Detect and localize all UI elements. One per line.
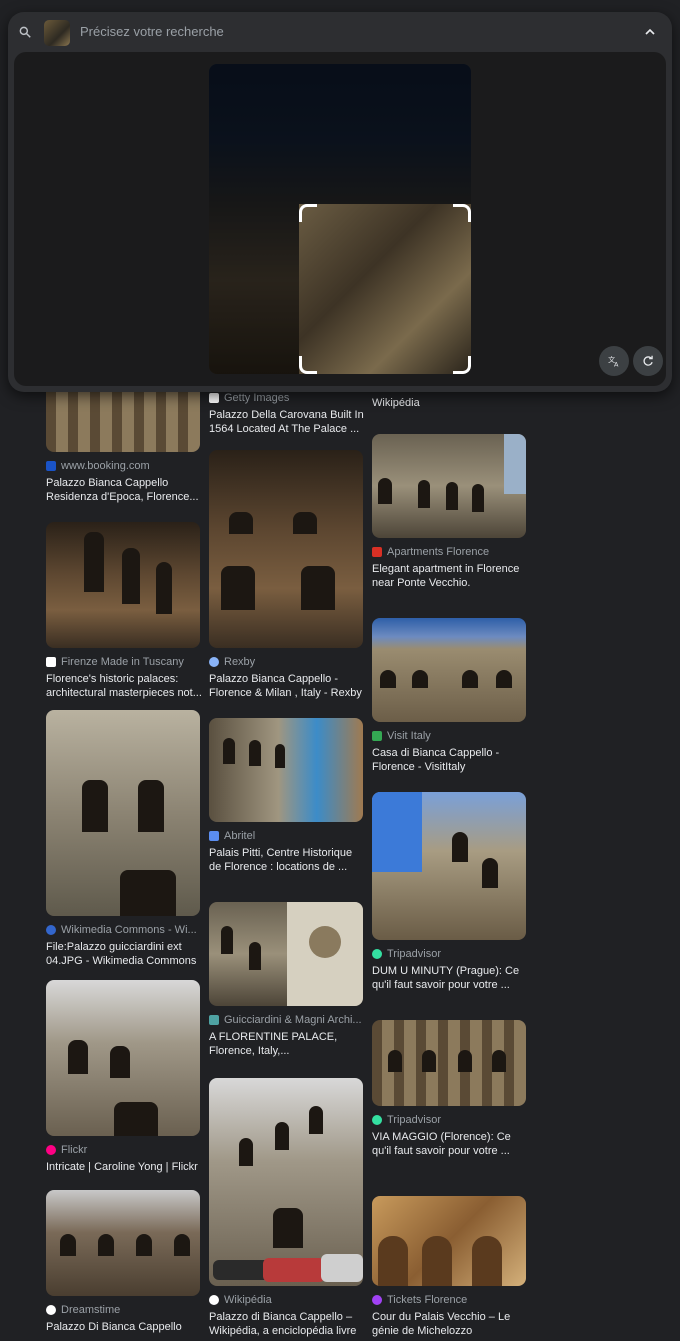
source-favicon-icon (46, 1145, 56, 1155)
crop-handle-bottom-right[interactable] (453, 356, 471, 374)
result-card[interactable]: Apartments Florence Elegant apartment in… (372, 434, 528, 590)
result-title[interactable]: Intricate | Caroline Yong | Flickr (46, 1160, 202, 1188)
svg-text:A: A (614, 360, 619, 368)
source-favicon-icon (209, 1015, 219, 1025)
query-image-thumbnail[interactable] (44, 20, 70, 46)
result-card[interactable]: www.booking.com Palazzo Bianca Cappello … (46, 380, 202, 504)
result-source[interactable]: Tripadvisor (387, 948, 441, 960)
result-source[interactable]: Wikipédia (224, 1294, 272, 1306)
result-title[interactable]: VIA MAGGIO (Florence): Ce qu'il faut sav… (372, 1130, 528, 1158)
result-source[interactable]: Flickr (61, 1144, 87, 1156)
result-title[interactable]: Casa di Bianca Cappello - Florence - Vis… (372, 746, 528, 774)
crop-selection[interactable] (299, 204, 471, 374)
source-favicon-icon (372, 1115, 382, 1125)
result-source[interactable]: Firenze Made in Tuscany (61, 656, 184, 668)
result-image[interactable] (46, 522, 200, 648)
result-title[interactable]: Elegant apartment in Florence near Ponte… (372, 562, 528, 590)
result-title[interactable]: DUM U MINUTY (Prague): Ce qu'il faut sav… (372, 964, 528, 992)
search-bar[interactable]: Précisez votre recherche (8, 12, 672, 52)
result-image[interactable] (372, 1196, 526, 1286)
source-favicon-icon (209, 1295, 219, 1305)
source-favicon-icon (372, 731, 382, 741)
result-title[interactable]: Palazzo Della Carovana Built In 1564 Loc… (209, 408, 365, 436)
result-title[interactable]: Cour du Palais Vecchio – Le génie de Mic… (372, 1310, 528, 1338)
source-favicon-icon (46, 1305, 56, 1315)
rotate-icon (643, 355, 653, 366)
source-favicon-icon (209, 831, 219, 841)
result-title[interactable]: Palais Pitti, Centre Historique de Flore… (209, 846, 365, 874)
result-source[interactable]: Tickets Florence (387, 1294, 467, 1306)
translate-icon: 文A (608, 355, 619, 368)
result-card[interactable]: Wikipédia Palazzo di Bianca Cappello – W… (209, 1078, 365, 1338)
result-card[interactable]: Wikimedia Commons - Wi... File:Palazzo g… (46, 710, 202, 968)
result-source[interactable]: Wikimedia Commons - Wi... (61, 924, 197, 936)
search-input[interactable]: Précisez votre recherche (80, 24, 224, 39)
result-card[interactable]: Firenze Made in Tuscany Florence's histo… (46, 522, 202, 700)
result-source[interactable]: Rexby (224, 656, 255, 668)
result-title[interactable]: Palazzo di Bianca Cappello – Wikipédia, … (209, 1310, 365, 1338)
result-image[interactable] (372, 434, 526, 538)
result-title[interactable]: Palazzo Bianca Cappello - Florence & Mil… (209, 672, 365, 700)
result-image[interactable] (46, 980, 200, 1136)
result-title[interactable]: A FLORENTINE PALACE, Florence, Italy,... (209, 1030, 365, 1058)
source-favicon-icon (209, 657, 219, 667)
result-title[interactable]: Palazzo Di Bianca Cappello (46, 1320, 202, 1341)
crop-handle-top-left[interactable] (299, 204, 317, 222)
result-card[interactable]: Visit Italy Casa di Bianca Cappello - Fl… (372, 618, 528, 774)
source-favicon-icon (372, 949, 382, 959)
rotate-button[interactable] (633, 346, 663, 376)
result-source[interactable]: Getty Images (224, 392, 289, 404)
result-image[interactable] (209, 1078, 363, 1286)
result-card[interactable]: Tripadvisor VIA MAGGIO (Florence): Ce qu… (372, 1020, 528, 1158)
result-image[interactable] (209, 450, 363, 648)
source-favicon-icon (372, 547, 382, 557)
result-source[interactable]: Guicciardini & Magni Archi... (224, 1014, 362, 1026)
result-source[interactable]: Dreamstime (61, 1304, 120, 1316)
source-favicon-icon (46, 925, 56, 935)
source-favicon-icon (46, 657, 56, 667)
result-image[interactable] (209, 902, 363, 1006)
result-title[interactable]: Florence's historic palaces: architectur… (46, 672, 202, 700)
result-image[interactable] (372, 792, 526, 940)
result-card[interactable]: Flickr Intricate | Caroline Yong | Flick… (46, 980, 202, 1188)
result-image[interactable] (209, 718, 363, 822)
visual-search-panel: Précisez votre recherche 文A (8, 12, 672, 392)
result-image[interactable] (372, 1020, 526, 1106)
result-card[interactable]: Dreamstime Palazzo Di Bianca Cappello (46, 1190, 202, 1341)
result-image[interactable] (372, 618, 526, 722)
image-preview-area: 文A (14, 52, 666, 386)
result-title[interactable]: Palazzo Bianca Cappello Residenza d'Epoc… (46, 476, 202, 504)
result-card[interactable]: Rexby Palazzo Bianca Cappello - Florence… (209, 450, 365, 700)
translate-button[interactable]: 文A (599, 346, 629, 376)
result-card[interactable]: Abritel Palais Pitti, Centre Historique … (209, 718, 365, 874)
result-card[interactable]: Tripadvisor DUM U MINUTY (Prague): Ce qu… (372, 792, 528, 992)
result-card[interactable]: Tickets Florence Cour du Palais Vecchio … (372, 1196, 528, 1338)
result-image[interactable] (46, 1190, 200, 1296)
source-favicon-icon (46, 461, 56, 471)
result-source[interactable]: Tripadvisor (387, 1114, 441, 1126)
result-source[interactable]: Apartments Florence (387, 546, 489, 558)
crop-handle-top-right[interactable] (453, 204, 471, 222)
result-image[interactable] (46, 710, 200, 916)
result-source[interactable]: Abritel (224, 830, 255, 842)
query-image (209, 64, 471, 374)
result-source[interactable]: www.booking.com (61, 460, 150, 472)
source-favicon-icon (372, 1295, 382, 1305)
crop-handle-bottom-left[interactable] (299, 356, 317, 374)
source-favicon-icon (209, 393, 219, 403)
result-card[interactable]: Guicciardini & Magni Archi... A FLORENTI… (209, 902, 365, 1058)
result-title[interactable]: File:Palazzo guicciardini ext 04.JPG - W… (46, 940, 202, 968)
result-source[interactable]: Visit Italy (387, 730, 431, 742)
search-icon[interactable] (18, 25, 32, 39)
result-title[interactable]: Wikipédia (372, 396, 528, 412)
chevron-up-icon[interactable] (642, 24, 658, 40)
